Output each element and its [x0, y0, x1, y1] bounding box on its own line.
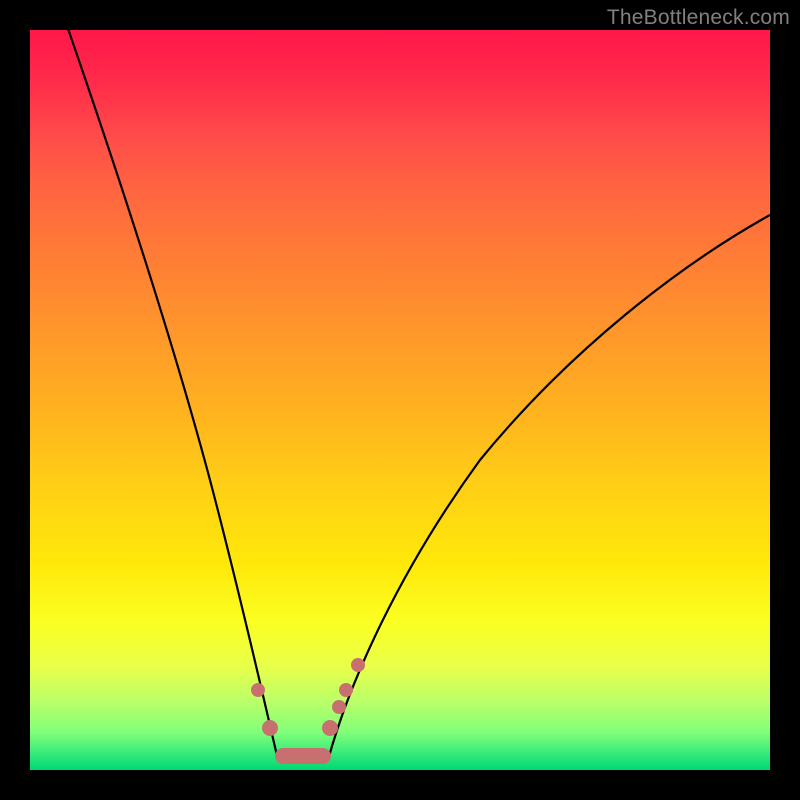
curve-right-branch — [328, 215, 770, 760]
bottleneck-curve — [30, 30, 770, 770]
dot-2 — [262, 720, 278, 736]
chart-area — [30, 30, 770, 770]
dot-4 — [332, 700, 346, 714]
dot-5 — [339, 683, 353, 697]
dot-6 — [351, 658, 365, 672]
valley-bar — [275, 748, 331, 764]
dot-1 — [251, 683, 265, 697]
curve-left-branch — [65, 30, 278, 760]
watermark-text: TheBottleneck.com — [607, 6, 790, 30]
dot-3 — [322, 720, 338, 736]
